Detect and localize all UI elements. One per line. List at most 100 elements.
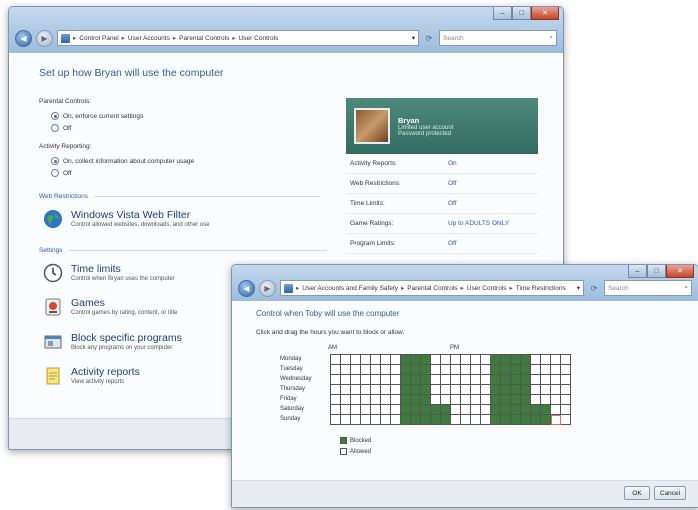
breadcrumb-item[interactable]: User Accounts and Family Safety bbox=[302, 285, 398, 292]
hour-cell[interactable] bbox=[461, 375, 471, 385]
hour-cell[interactable] bbox=[491, 355, 501, 365]
hour-cell[interactable] bbox=[561, 395, 571, 405]
hour-cell[interactable] bbox=[441, 355, 451, 365]
hour-cell[interactable] bbox=[451, 355, 461, 365]
hour-cell[interactable] bbox=[491, 415, 501, 425]
hour-cell[interactable] bbox=[421, 355, 431, 365]
hour-cell[interactable] bbox=[421, 375, 431, 385]
hour-cell[interactable] bbox=[431, 405, 441, 415]
hour-cell[interactable] bbox=[531, 365, 541, 375]
hour-cell[interactable] bbox=[511, 355, 521, 365]
hour-cell[interactable] bbox=[401, 355, 411, 365]
hour-cell[interactable] bbox=[561, 405, 571, 415]
hour-cell[interactable] bbox=[561, 355, 571, 365]
hour-cell[interactable] bbox=[561, 385, 571, 395]
hour-cell[interactable] bbox=[481, 355, 491, 365]
hour-cell[interactable] bbox=[561, 365, 571, 375]
hour-cell[interactable] bbox=[381, 395, 391, 405]
hour-cell[interactable] bbox=[401, 375, 411, 385]
hour-cell[interactable] bbox=[501, 375, 511, 385]
hour-cell[interactable] bbox=[381, 355, 391, 365]
games-link[interactable]: Games Control games by rating, content, … bbox=[43, 297, 177, 317]
hour-cell[interactable] bbox=[361, 375, 371, 385]
hour-cell[interactable] bbox=[411, 415, 421, 425]
hour-cell[interactable] bbox=[521, 415, 531, 425]
hour-cell[interactable] bbox=[371, 375, 381, 385]
hour-cell[interactable] bbox=[361, 395, 371, 405]
address-dropdown-icon[interactable]: ▾ bbox=[412, 34, 415, 42]
hour-cell[interactable] bbox=[351, 395, 361, 405]
hour-cell[interactable] bbox=[471, 375, 481, 385]
hour-cell[interactable] bbox=[391, 395, 401, 405]
hour-cell[interactable] bbox=[441, 375, 451, 385]
hour-cell[interactable] bbox=[531, 405, 541, 415]
back-button[interactable]: ◀ bbox=[238, 279, 255, 297]
hour-cell[interactable] bbox=[341, 395, 351, 405]
hour-cell[interactable] bbox=[331, 405, 341, 415]
hour-cell[interactable] bbox=[351, 355, 361, 365]
hour-cell[interactable] bbox=[551, 355, 561, 365]
hour-cell[interactable] bbox=[341, 365, 351, 375]
hour-cell[interactable] bbox=[541, 415, 551, 425]
address-bar[interactable]: ▸ Control Panel ▸ User Accounts ▸ Parent… bbox=[57, 30, 419, 46]
hour-cell[interactable] bbox=[451, 385, 461, 395]
hour-cell[interactable] bbox=[451, 375, 461, 385]
hour-cell[interactable] bbox=[511, 365, 521, 375]
hour-cell[interactable] bbox=[441, 415, 451, 425]
hour-cell[interactable] bbox=[351, 415, 361, 425]
hour-cell[interactable] bbox=[341, 355, 351, 365]
hour-cell[interactable] bbox=[381, 375, 391, 385]
hour-cell[interactable] bbox=[441, 395, 451, 405]
hour-cell[interactable] bbox=[481, 385, 491, 395]
hour-cell[interactable] bbox=[491, 375, 501, 385]
web-filter-link[interactable]: Windows Vista Web Filter Control allowed… bbox=[43, 209, 209, 229]
activity-reporting-off-radio[interactable]: Off bbox=[51, 169, 72, 177]
hour-cell[interactable] bbox=[521, 365, 531, 375]
hour-cell[interactable] bbox=[541, 355, 551, 365]
hour-cell[interactable] bbox=[431, 395, 441, 405]
hour-cell[interactable] bbox=[531, 385, 541, 395]
hour-cell[interactable] bbox=[421, 415, 431, 425]
hour-cell[interactable] bbox=[471, 395, 481, 405]
hour-cell[interactable] bbox=[391, 355, 401, 365]
hour-cell[interactable] bbox=[361, 405, 371, 415]
hour-cell[interactable] bbox=[411, 395, 421, 405]
hour-cell[interactable] bbox=[531, 355, 541, 365]
hour-cell[interactable] bbox=[551, 395, 561, 405]
hour-cell[interactable] bbox=[491, 365, 501, 375]
hour-cell[interactable] bbox=[421, 365, 431, 375]
maximize-button[interactable]: □ bbox=[512, 7, 531, 20]
hour-cell[interactable] bbox=[501, 405, 511, 415]
hour-cell[interactable] bbox=[491, 395, 501, 405]
hour-cell[interactable] bbox=[531, 375, 541, 385]
hour-cell[interactable] bbox=[421, 405, 431, 415]
hour-cell[interactable] bbox=[391, 365, 401, 375]
hour-cell[interactable] bbox=[521, 385, 531, 395]
hour-cell[interactable] bbox=[511, 415, 521, 425]
hour-cell[interactable] bbox=[521, 375, 531, 385]
hour-cell[interactable] bbox=[551, 385, 561, 395]
hour-cell[interactable] bbox=[351, 365, 361, 375]
hour-cell[interactable] bbox=[561, 415, 571, 425]
hour-cell[interactable] bbox=[411, 375, 421, 385]
hour-cell[interactable] bbox=[371, 395, 381, 405]
forward-button[interactable]: ▶ bbox=[36, 29, 53, 47]
hour-cell[interactable] bbox=[431, 385, 441, 395]
breadcrumb-item[interactable]: User Controls bbox=[467, 285, 507, 292]
hour-cell[interactable] bbox=[461, 415, 471, 425]
hour-cell[interactable] bbox=[341, 385, 351, 395]
hour-cell[interactable] bbox=[491, 405, 501, 415]
address-dropdown-icon[interactable]: ▾ bbox=[577, 284, 580, 292]
hour-cell[interactable] bbox=[491, 385, 501, 395]
hour-cell[interactable] bbox=[401, 395, 411, 405]
hour-cell[interactable] bbox=[381, 365, 391, 375]
parental-controls-on-radio[interactable]: On, enforce current settings bbox=[51, 112, 143, 120]
hour-cell[interactable] bbox=[481, 365, 491, 375]
hour-cell[interactable] bbox=[461, 355, 471, 365]
hour-cell[interactable] bbox=[531, 395, 541, 405]
hour-cell[interactable] bbox=[411, 385, 421, 395]
hour-cell[interactable] bbox=[501, 385, 511, 395]
hour-cell[interactable] bbox=[451, 405, 461, 415]
hour-cell[interactable] bbox=[391, 405, 401, 415]
hour-cell[interactable] bbox=[381, 385, 391, 395]
